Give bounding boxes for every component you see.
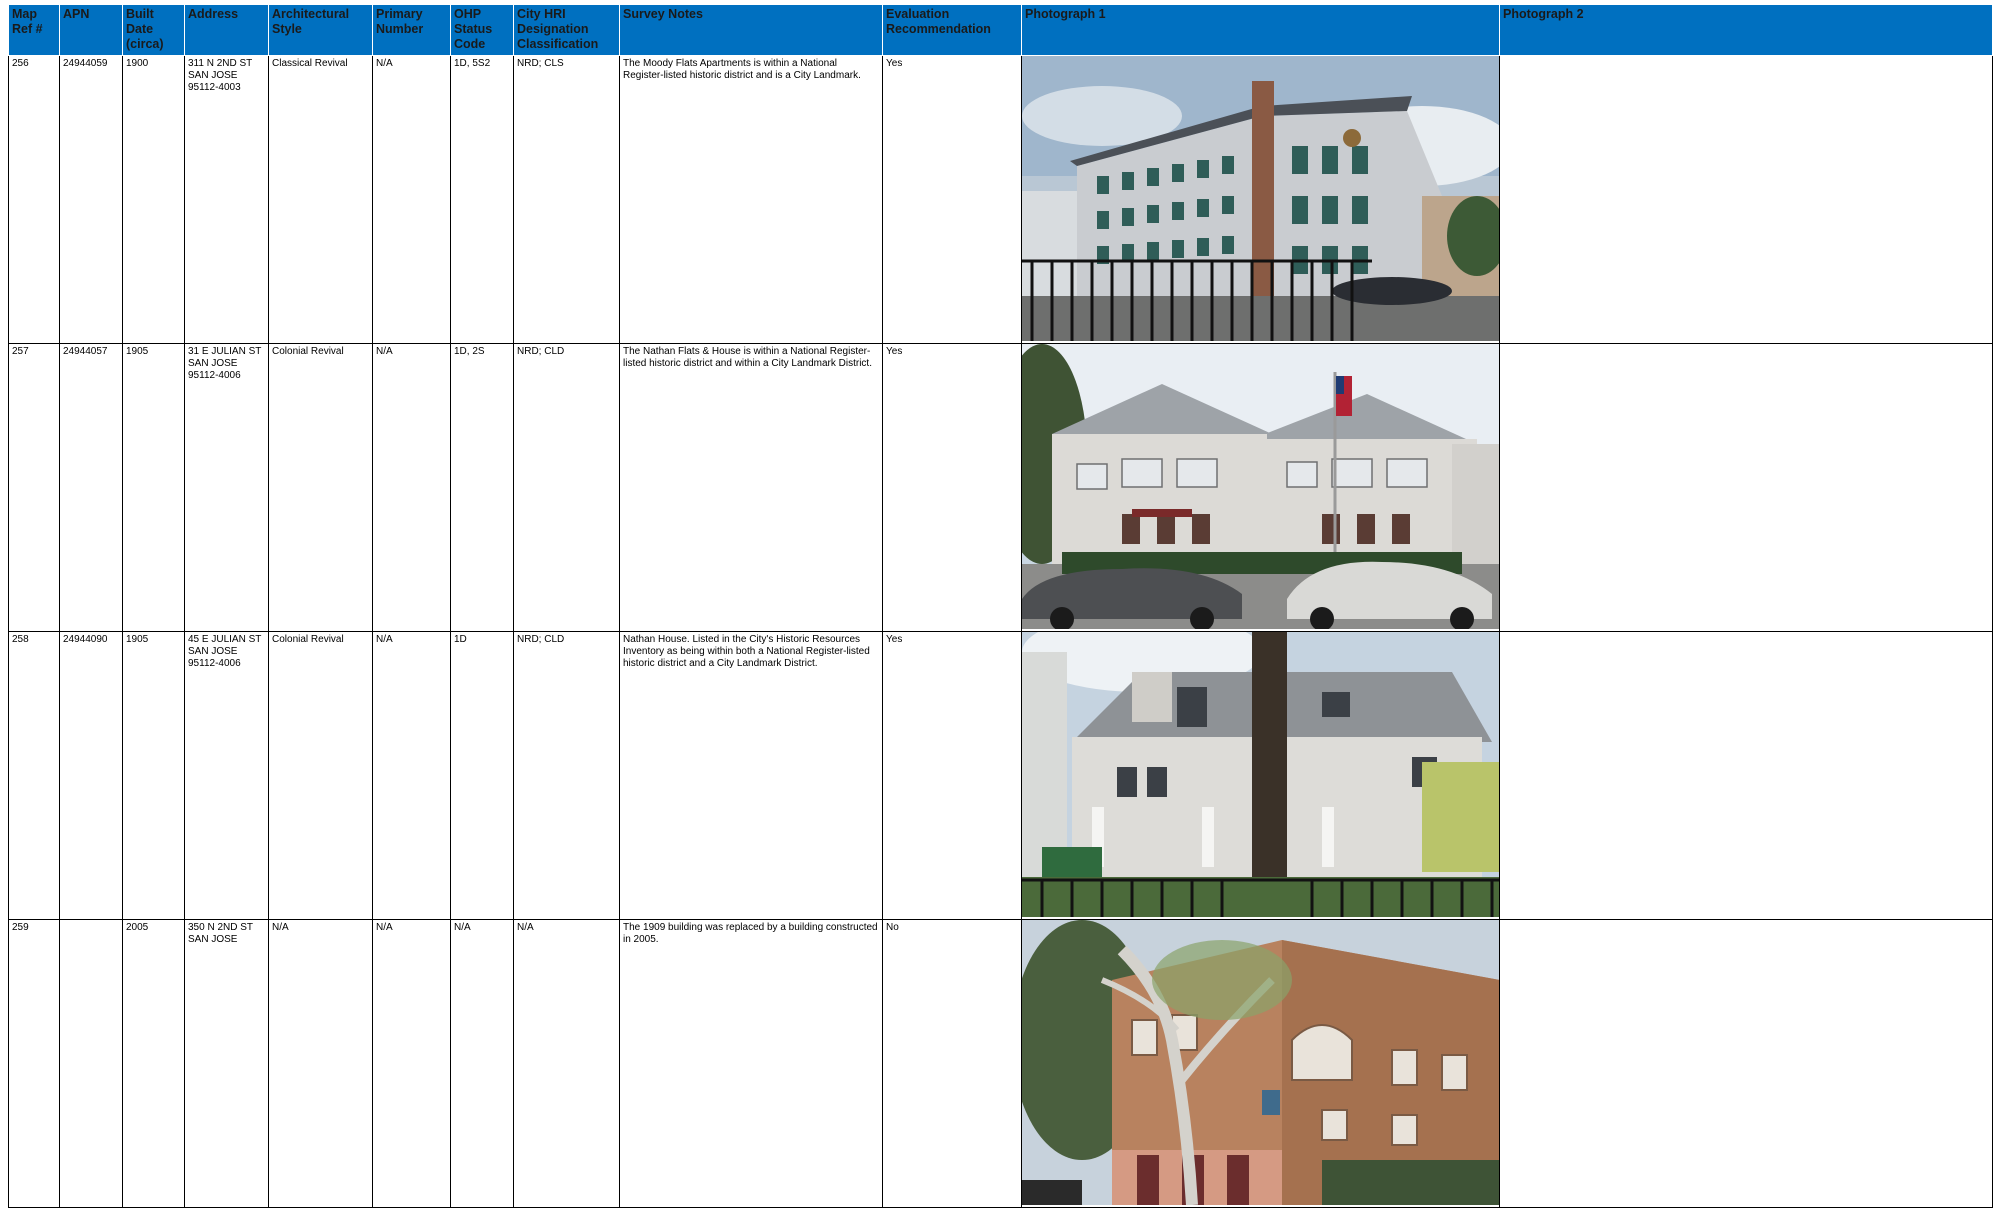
address-line: SAN JOSE: [188, 934, 238, 945]
arch-style-cell: Colonial Revival: [268, 631, 373, 920]
address-cell: 31 E JULIAN ST SAN JOSE 95112-4006: [184, 343, 269, 632]
survey-notes-cell: The 1909 building was replaced by a buil…: [619, 919, 883, 1208]
arch-style-cell: Colonial Revival: [268, 343, 373, 632]
evaluation-cell: Yes: [882, 55, 1022, 344]
primary-number-cell: N/A: [372, 343, 451, 632]
evaluation-cell: Yes: [882, 631, 1022, 920]
header-row: Map Ref # APN Built Date (circa) Address…: [8, 5, 1993, 56]
building-2005-photo: [1022, 920, 1499, 1205]
ohp-status-cell: 1D, 2S: [450, 343, 514, 632]
survey-notes-cell: The Nathan Flats & House is within a Nat…: [619, 343, 883, 632]
evaluation-cell: Yes: [882, 343, 1022, 632]
address-line: 95112-4006: [188, 658, 241, 669]
survey-notes-cell: Nathan House. Listed in the City's Histo…: [619, 631, 883, 920]
map-ref-cell: 256: [8, 55, 60, 344]
table-row: 258 24944090 1905 45 E JULIAN ST SAN JOS…: [8, 631, 1993, 920]
arch-style-cell: N/A: [268, 919, 373, 1208]
address-cell: 311 N 2ND ST SAN JOSE 95112-4003: [184, 55, 269, 344]
built-date-cell: 1900: [122, 55, 185, 344]
map-ref-cell: 258: [8, 631, 60, 920]
nathan-house-photo: [1022, 632, 1499, 917]
address-line: SAN JOSE: [188, 70, 238, 81]
header-arch-style: Architectural Style: [268, 5, 373, 56]
header-address: Address: [184, 5, 269, 56]
photo1-cell: [1021, 919, 1500, 1208]
evaluation-cell: No: [882, 919, 1022, 1208]
apn-cell: 24944059: [59, 55, 123, 344]
built-date-cell: 1905: [122, 343, 185, 632]
ohp-status-cell: 1D: [450, 631, 514, 920]
apn-cell: 24944057: [59, 343, 123, 632]
address-cell: 350 N 2ND ST SAN JOSE: [184, 919, 269, 1208]
primary-number-cell: N/A: [372, 55, 451, 344]
header-city-hri: City HRI Designation Classification: [513, 5, 620, 56]
address-line: 95112-4006: [188, 370, 241, 381]
city-hri-cell: NRD; CLS: [513, 55, 620, 344]
header-photo2: Photograph 2: [1499, 5, 1993, 56]
primary-number-cell: N/A: [372, 919, 451, 1208]
built-date-cell: 2005: [122, 919, 185, 1208]
photo1-cell: [1021, 55, 1500, 344]
city-hri-cell: NRD; CLD: [513, 343, 620, 632]
built-date-cell: 1905: [122, 631, 185, 920]
city-hri-cell: N/A: [513, 919, 620, 1208]
address-line: 31 E JULIAN ST: [188, 346, 262, 357]
table-row: 259 2005 350 N 2ND ST SAN JOSE N/A N/A N…: [8, 919, 1993, 1208]
photo2-cell: [1499, 55, 1993, 344]
header-ohp-status: OHP Status Code: [450, 5, 514, 56]
building-photo: [1022, 56, 1499, 341]
address-line: 311 N 2ND ST: [188, 58, 253, 69]
survey-sheet: Map Ref # APN Built Date (circa) Address…: [8, 5, 1993, 1208]
header-photo1: Photograph 1: [1021, 5, 1500, 56]
ohp-status-cell: 1D, 5S2: [450, 55, 514, 344]
apn-cell: 24944090: [59, 631, 123, 920]
header-evaluation: Evaluation Recommendation: [882, 5, 1022, 56]
city-hri-cell: NRD; CLD: [513, 631, 620, 920]
primary-number-cell: N/A: [372, 631, 451, 920]
header-built-date: Built Date (circa): [122, 5, 185, 56]
ohp-status-cell: N/A: [450, 919, 514, 1208]
building-photo: [1022, 632, 1499, 917]
nathan-flats-photo: [1022, 344, 1499, 629]
header-survey-notes: Survey Notes: [619, 5, 883, 56]
table-row: 256 24944059 1900 311 N 2ND ST SAN JOSE …: [8, 55, 1993, 344]
survey-notes-cell: The Moody Flats Apartments is within a N…: [619, 55, 883, 344]
building-photo: [1022, 344, 1499, 629]
address-cell: 45 E JULIAN ST SAN JOSE 95112-4006: [184, 631, 269, 920]
photo2-cell: [1499, 919, 1993, 1208]
header-primary-number: Primary Number: [372, 5, 451, 56]
building-photo: [1022, 920, 1499, 1205]
address-line: SAN JOSE: [188, 646, 238, 657]
address-line: SAN JOSE: [188, 358, 238, 369]
apn-cell: [59, 919, 123, 1208]
photo2-cell: [1499, 631, 1993, 920]
header-apn: APN: [59, 5, 123, 56]
moody-flats-photo: [1022, 56, 1499, 341]
map-ref-cell: 259: [8, 919, 60, 1208]
photo2-cell: [1499, 343, 1993, 632]
arch-style-cell: Classical Revival: [268, 55, 373, 344]
address-line: 350 N 2ND ST: [188, 922, 254, 933]
address-line: 95112-4003: [188, 82, 241, 93]
header-map-ref: Map Ref #: [8, 5, 60, 56]
table-row: 257 24944057 1905 31 E JULIAN ST SAN JOS…: [8, 343, 1993, 632]
map-ref-cell: 257: [8, 343, 60, 632]
address-line: 45 E JULIAN ST: [188, 634, 262, 645]
survey-table: Map Ref # APN Built Date (circa) Address…: [8, 5, 1993, 1208]
photo1-cell: [1021, 343, 1500, 632]
photo1-cell: [1021, 631, 1500, 920]
